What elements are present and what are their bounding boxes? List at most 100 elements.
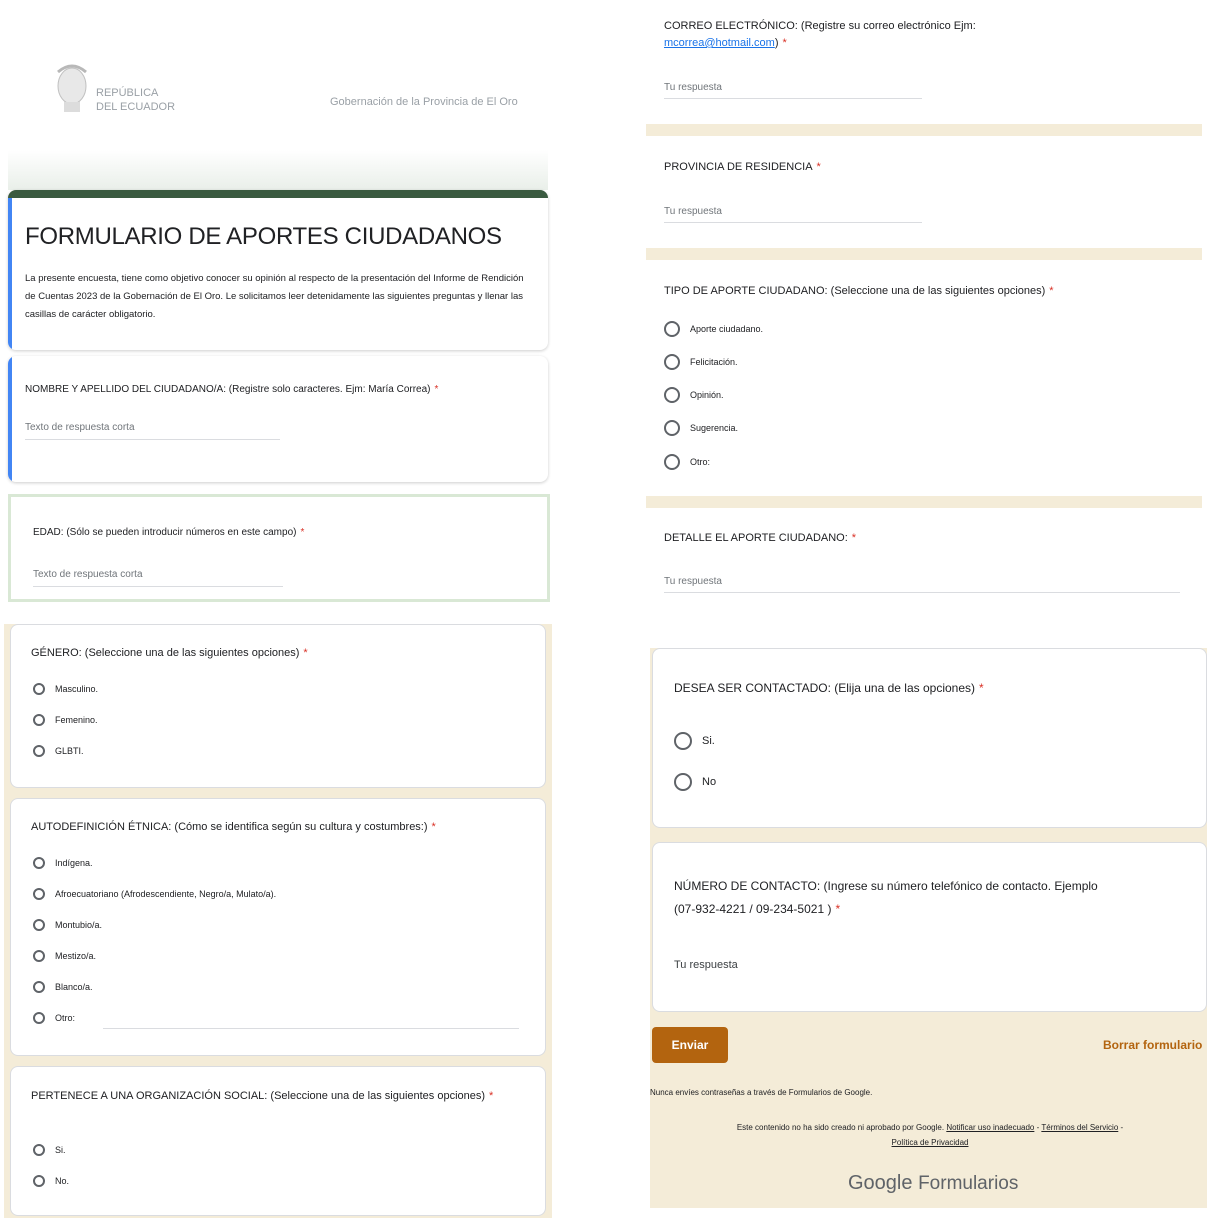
clear-form-button[interactable]: Borrar formulario [1103, 1038, 1202, 1052]
question-org-card: PERTENECE A UNA ORGANIZACIÓN SOCIAL: (Se… [10, 1066, 546, 1216]
question-org-label: PERTENECE A UNA ORGANIZACIÓN SOCIAL: (Se… [31, 1090, 486, 1102]
edad-input[interactable]: Texto de respuesta corta [33, 569, 283, 587]
question-contactado-card: DESEA SER CONTACTADO: (Elija una de las … [652, 648, 1207, 828]
correo-input[interactable]: Tu respuesta [664, 82, 922, 99]
radio-circle-icon[interactable] [33, 950, 45, 962]
radio-circle-icon[interactable] [33, 981, 45, 993]
question-correo-section: CORREO ELECTRÓNICO: (Registre su correo … [646, 0, 1202, 124]
option-label: Montubio/a. [55, 920, 103, 930]
radio-option[interactable]: No. [33, 1175, 69, 1187]
question-label: NOMBRE Y APELLIDO DEL CIUDADANO/A: (Regi… [25, 384, 438, 395]
question-edad-label: EDAD: (Sólo se pueden introducir números… [33, 527, 297, 538]
radio-circle-icon[interactable] [674, 732, 692, 750]
organization-name: Gobernación de la Provincia de El Oro [330, 96, 518, 108]
email-example-link[interactable]: mcorrea@hotmail.com [664, 37, 775, 49]
option-label: No [702, 776, 717, 788]
radio-option[interactable]: Afroecuatoriano (Afrodescendiente, Negro… [33, 888, 276, 900]
radio-circle-icon[interactable] [33, 714, 45, 726]
option-label: Si. [55, 1145, 66, 1155]
question-label: AUTODEFINICIÓN ÉTNICA: (Cómo se identifi… [31, 821, 436, 833]
radio-option[interactable]: Otro: [33, 1012, 75, 1024]
radio-option[interactable]: GLBTI. [33, 745, 84, 757]
option-label: Blanco/a. [55, 982, 93, 992]
question-detalle-label: DETALLE EL APORTE CIUDADANO: [664, 532, 848, 544]
brand-forms: Formularios [918, 1173, 1019, 1194]
question-numero-label-line2: (07-932-4221 / 09-234-5021 ) [674, 902, 832, 916]
radio-circle-icon[interactable] [33, 745, 45, 757]
option-label: Sugerencia. [690, 423, 739, 433]
privacy-link[interactable]: Política de Privacidad [892, 1138, 969, 1147]
option-label: Aporte ciudadano. [690, 324, 764, 334]
radio-option[interactable]: Blanco/a. [33, 981, 93, 993]
form-description: La presente encuesta, tiene como objetiv… [25, 273, 524, 320]
question-label: PERTENECE A UNA ORGANIZACIÓN SOCIAL: (Se… [31, 1087, 521, 1106]
terms-link[interactable]: Términos del Servicio [1041, 1123, 1118, 1132]
question-numero-label-line1: NÚMERO DE CONTACTO: (Ingrese su número t… [674, 879, 1098, 893]
radio-option[interactable]: Si. [33, 1144, 66, 1156]
required-asterisk: * [782, 37, 787, 49]
radio-option[interactable]: Indígena. [33, 857, 93, 869]
radio-circle-icon[interactable] [674, 773, 692, 791]
label-end: ) [774, 37, 779, 49]
radio-circle-icon[interactable] [664, 387, 680, 403]
question-provincia-label: PROVINCIA DE RESIDENCIA [664, 161, 813, 173]
radio-circle-icon[interactable] [33, 1012, 45, 1024]
required-asterisk: * [489, 1090, 494, 1102]
question-label: PROVINCIA DE RESIDENCIA * [664, 161, 821, 173]
radio-option[interactable]: Otro: [664, 454, 710, 470]
question-nombre-card: NOMBRE Y APELLIDO DEL CIUDADANO/A: (Regi… [8, 356, 548, 482]
radio-circle-icon[interactable] [664, 354, 680, 370]
option-label: Masculino. [55, 684, 99, 694]
radio-option[interactable]: Montubio/a. [33, 919, 102, 931]
radio-circle-icon[interactable] [664, 454, 680, 470]
required-asterisk: * [851, 532, 857, 544]
question-etnica-card: AUTODEFINICIÓN ÉTNICA: (Cómo se identifi… [10, 798, 546, 1056]
question-correo-label: CORREO ELECTRÓNICO: (Registre su correo … [664, 20, 976, 32]
submit-button[interactable]: Enviar [652, 1027, 728, 1063]
detalle-input[interactable]: Tu respuesta [664, 576, 1180, 593]
radio-option[interactable]: Opinión. [664, 387, 724, 403]
option-label: Si. [702, 735, 715, 747]
option-label: Femenino. [55, 715, 98, 725]
option-label: Opinión. [690, 390, 724, 400]
logo-text: REPÚBLICA DEL ECUADOR [96, 86, 175, 114]
radio-option[interactable]: Masculino. [33, 683, 98, 695]
brand-google: Google [848, 1172, 913, 1194]
report-abuse-link[interactable]: Notificar uso inadecuado [946, 1123, 1034, 1132]
question-provincia-section: PROVINCIA DE RESIDENCIA * Tu respuesta [646, 136, 1202, 248]
question-label: NÚMERO DE CONTACTO: (Ingrese su número t… [674, 875, 1098, 921]
radio-option[interactable]: No [674, 773, 716, 791]
radio-circle-icon[interactable] [33, 919, 45, 931]
radio-circle-icon[interactable] [664, 420, 680, 436]
question-edad-card: EDAD: (Sólo se pueden introducir números… [8, 494, 550, 602]
ecuador-coat-of-arms-icon [52, 58, 92, 118]
radio-option[interactable]: Felicitación. [664, 354, 738, 370]
radio-circle-icon[interactable] [33, 1175, 45, 1187]
radio-circle-icon[interactable] [33, 857, 45, 869]
required-asterisk: * [431, 821, 436, 833]
radio-option[interactable]: Aporte ciudadano. [664, 321, 763, 337]
radio-circle-icon[interactable] [33, 683, 45, 695]
radio-option[interactable]: Femenino. [33, 714, 98, 726]
disclaimer: Este contenido no ha sido creado ni apro… [660, 1120, 1200, 1150]
question-label: CORREO ELECTRÓNICO: (Registre su correo … [664, 18, 1084, 52]
radio-option[interactable]: Sugerencia. [664, 420, 738, 436]
option-label: Otro: [55, 1013, 76, 1023]
section-divider [646, 248, 1202, 260]
form-title: FORMULARIO DE APORTES CIUDADANOS [25, 223, 502, 250]
question-tipo-label: TIPO DE APORTE CIUDADANO: (Seleccione un… [664, 285, 1046, 297]
logo-line2: DEL ECUADOR [96, 101, 176, 113]
question-genero-card: GÉNERO: (Seleccione una de las siguiente… [10, 624, 546, 788]
radio-circle-icon[interactable] [664, 321, 680, 337]
etnica-otro-input[interactable] [103, 1027, 519, 1029]
nombre-input[interactable]: Texto de respuesta corta [25, 422, 280, 440]
radio-circle-icon[interactable] [33, 1144, 45, 1156]
radio-option[interactable]: Si. [674, 732, 715, 750]
radio-option[interactable]: Mestizo/a. [33, 950, 96, 962]
required-asterisk: * [434, 384, 439, 395]
option-label: Felicitación. [690, 357, 738, 367]
required-asterisk: * [300, 527, 305, 538]
numero-input[interactable]: Tu respuesta [674, 959, 738, 971]
radio-circle-icon[interactable] [33, 888, 45, 900]
provincia-input[interactable]: Tu respuesta [664, 206, 922, 223]
